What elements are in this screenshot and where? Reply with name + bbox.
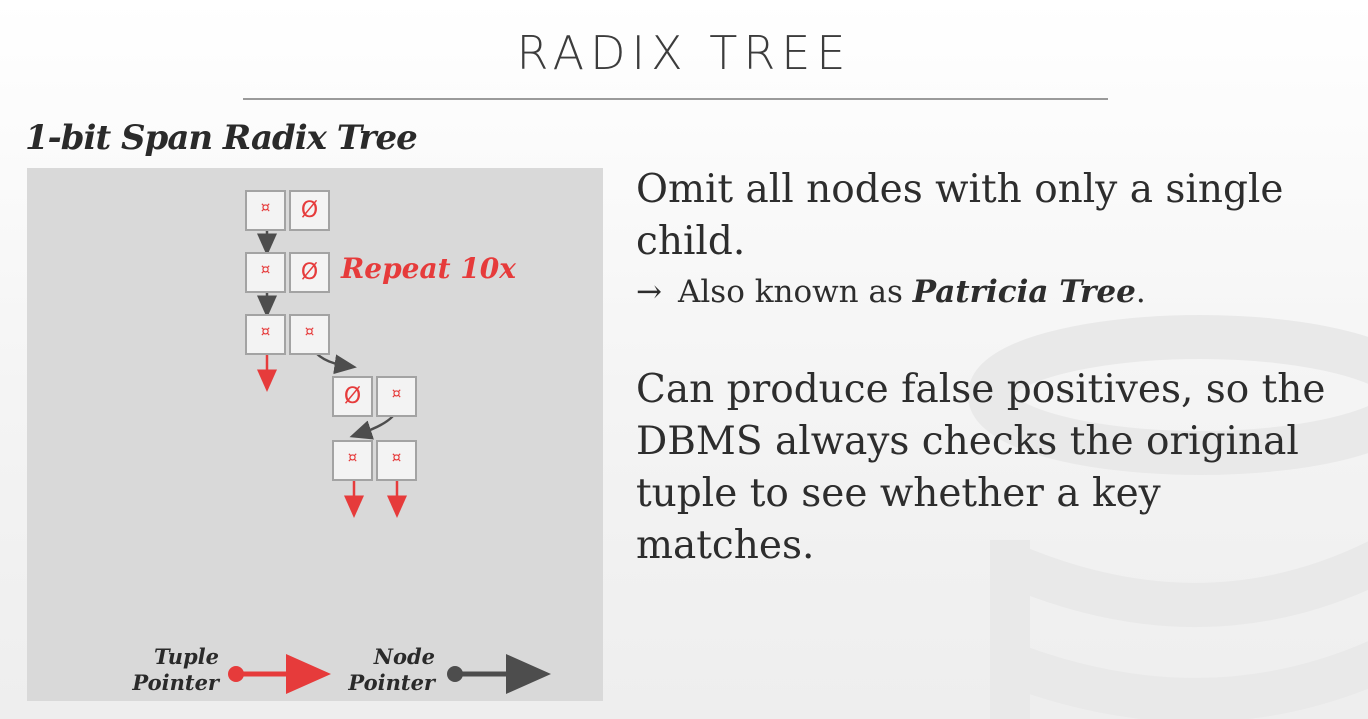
- arrow-icon: →: [636, 274, 662, 310]
- slide-subtitle: 1-bit Span Radix Tree: [25, 118, 418, 158]
- legend-node-line2: Pointer: [348, 670, 435, 695]
- pointer-symbol: ¤: [391, 384, 402, 402]
- legend-tuple-line1: Tuple: [154, 644, 219, 669]
- tree-cell: Ø: [332, 376, 373, 417]
- bullet-false-positives: Can produce false positives, so the DBMS…: [636, 367, 1326, 568]
- tree-cell: Ø: [289, 252, 330, 293]
- pointer-symbol: ¤: [260, 322, 271, 340]
- null-symbol: Ø: [300, 197, 319, 223]
- tree-cell: ¤: [245, 314, 286, 355]
- repeat-annotation: Repeat 10x: [341, 252, 516, 285]
- radix-tree-diagram: ¤ Ø ¤ Ø ¤ ¤ Ø ¤ ¤ ¤ Repeat 10x Tuple Poi…: [27, 168, 603, 701]
- legend-tuple-line2: Pointer: [132, 670, 219, 695]
- slide-body: Omit all nodes with only a single child.…: [636, 164, 1336, 572]
- radix-tree-arrows: [228, 217, 551, 694]
- legend-node-pointer-label: Node Pointer: [343, 644, 435, 696]
- tree-cell: ¤: [376, 440, 417, 481]
- title-divider: [243, 98, 1108, 100]
- tree-cell: ¤: [289, 314, 330, 355]
- legend-node-arrow: [447, 654, 551, 694]
- tree-cell: Ø: [289, 190, 330, 231]
- slide-title: RADIX TREE: [516, 26, 852, 80]
- pointer-symbol: ¤: [260, 260, 271, 278]
- sub-bullet-suffix: .: [1135, 274, 1146, 310]
- legend-node-line1: Node: [373, 644, 435, 669]
- sub-bullet-patricia: → Also known as Patricia Tree.: [636, 270, 1336, 314]
- null-symbol: Ø: [343, 383, 362, 409]
- legend-tuple-pointer-label: Tuple Pointer: [127, 644, 219, 696]
- patricia-tree-term: Patricia Tree: [912, 274, 1136, 310]
- pointer-symbol: ¤: [260, 198, 271, 216]
- tree-cell: ¤: [245, 252, 286, 293]
- bullet-omit-nodes: Omit all nodes with only a single child.: [636, 167, 1284, 264]
- sub-bullet-prefix: Also known as: [677, 274, 903, 310]
- tree-cell: ¤: [376, 376, 417, 417]
- pointer-symbol: ¤: [347, 448, 358, 466]
- null-symbol: Ø: [300, 259, 319, 285]
- tree-cell: ¤: [332, 440, 373, 481]
- pointer-symbol: ¤: [391, 448, 402, 466]
- pointer-symbol: ¤: [304, 322, 315, 340]
- legend-tuple-arrow: [228, 654, 331, 694]
- tree-cell: ¤: [245, 190, 286, 231]
